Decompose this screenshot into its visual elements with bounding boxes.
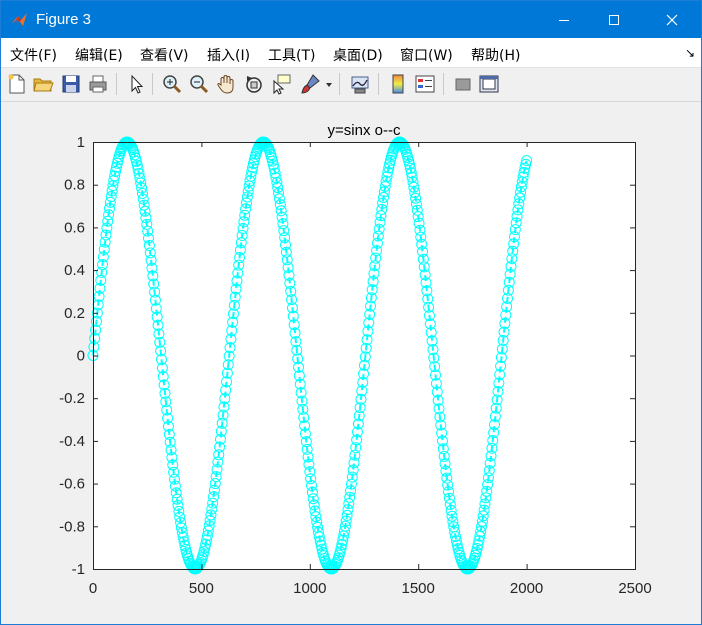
brush-icon[interactable] (299, 73, 321, 95)
new-figure-icon[interactable] (6, 73, 28, 95)
figure-canvas: 0 500 1000 1500 2000 2500 -1 -0.8 -0.6 -0.4 -0.2 0 0… (1, 102, 701, 624)
title-bar[interactable]: Figure 3 (1, 1, 701, 38)
toolbar (1, 68, 701, 102)
hide-plot-tools-icon[interactable] (452, 73, 474, 95)
y-tick-label: 0.6 (64, 219, 85, 236)
dock-arrow-icon[interactable]: ↘ (685, 46, 695, 60)
y-tick-label: 0 (77, 348, 85, 365)
y-tick-label: -0.2 (59, 390, 85, 407)
y-tick-label: -0.6 (59, 476, 85, 493)
y-tick-label: 1 (77, 134, 85, 151)
print-icon[interactable] (87, 73, 109, 95)
x-tick-label: 1000 (293, 580, 326, 597)
legend-icon[interactable] (414, 73, 436, 95)
data-cursor-icon[interactable] (270, 73, 292, 95)
y-tick-label: -1 (72, 561, 85, 578)
window-title: Figure 3 (36, 11, 92, 28)
x-tick-label: 2500 (618, 580, 651, 597)
menu-view[interactable]: 查看(V) (140, 45, 189, 65)
link-plot-icon[interactable] (349, 73, 371, 95)
x-tick-label: 2000 (510, 580, 543, 597)
y-tick-label: 0.2 (64, 305, 85, 322)
x-tick-label: 500 (189, 580, 214, 597)
y-tick-label: -0.4 (59, 433, 85, 450)
pan-icon[interactable] (215, 73, 237, 95)
zoom-in-icon[interactable] (161, 73, 183, 95)
matlab-logo-icon (12, 13, 27, 26)
toolbar-separator (339, 73, 340, 95)
show-plot-tools-icon[interactable] (478, 73, 500, 95)
plot-area[interactable] (93, 142, 635, 569)
sine-chart[interactable]: 0 500 1000 1500 2000 2500 -1 -0.8 -0.6 -0.4 -0.2 0 0… (1, 102, 701, 624)
x-tick-label: 1500 (402, 580, 435, 597)
close-button[interactable] (649, 1, 695, 38)
toolbar-separator (443, 73, 444, 95)
colorbar-icon[interactable] (387, 73, 409, 95)
toolbar-separator (378, 73, 379, 95)
menu-insert[interactable]: 插入(I) (207, 45, 250, 65)
menu-desktop[interactable]: 桌面(D) (333, 45, 383, 65)
menu-help[interactable]: 帮助(H) (471, 45, 520, 65)
menu-edit[interactable]: 编辑(E) (75, 45, 123, 65)
figure-window: Figure 3 文件(F) 编辑(E) 查看(V) 插入(I) 工具(T) 桌… (0, 0, 702, 625)
edit-plot-icon[interactable] (125, 73, 147, 95)
menu-tools[interactable]: 工具(T) (268, 45, 315, 65)
y-tick-label: 0.4 (64, 262, 85, 279)
close-icon (666, 14, 678, 25)
save-icon[interactable] (60, 73, 82, 95)
maximize-button[interactable] (591, 1, 637, 38)
menu-bar: 文件(F) 编辑(E) 查看(V) 插入(I) 工具(T) 桌面(D) 窗口(W… (1, 38, 701, 68)
zoom-out-icon[interactable] (188, 73, 210, 95)
brush-dropdown-icon[interactable] (325, 81, 333, 89)
maximize-icon (609, 14, 619, 25)
menu-window[interactable]: 窗口(W) (400, 45, 453, 65)
minimize-icon (559, 19, 569, 21)
minimize-button[interactable] (541, 1, 587, 38)
open-file-icon[interactable] (32, 73, 54, 95)
toolbar-separator (116, 73, 117, 95)
y-tick-label: -0.8 (59, 518, 85, 535)
y-tick-label: 0.8 (64, 177, 85, 194)
toolbar-separator (152, 73, 153, 95)
x-tick-label: 0 (89, 580, 97, 597)
chart-title: y=sinx o--c (328, 122, 401, 139)
rotate-3d-icon[interactable] (243, 73, 265, 95)
menu-file[interactable]: 文件(F) (10, 45, 57, 65)
